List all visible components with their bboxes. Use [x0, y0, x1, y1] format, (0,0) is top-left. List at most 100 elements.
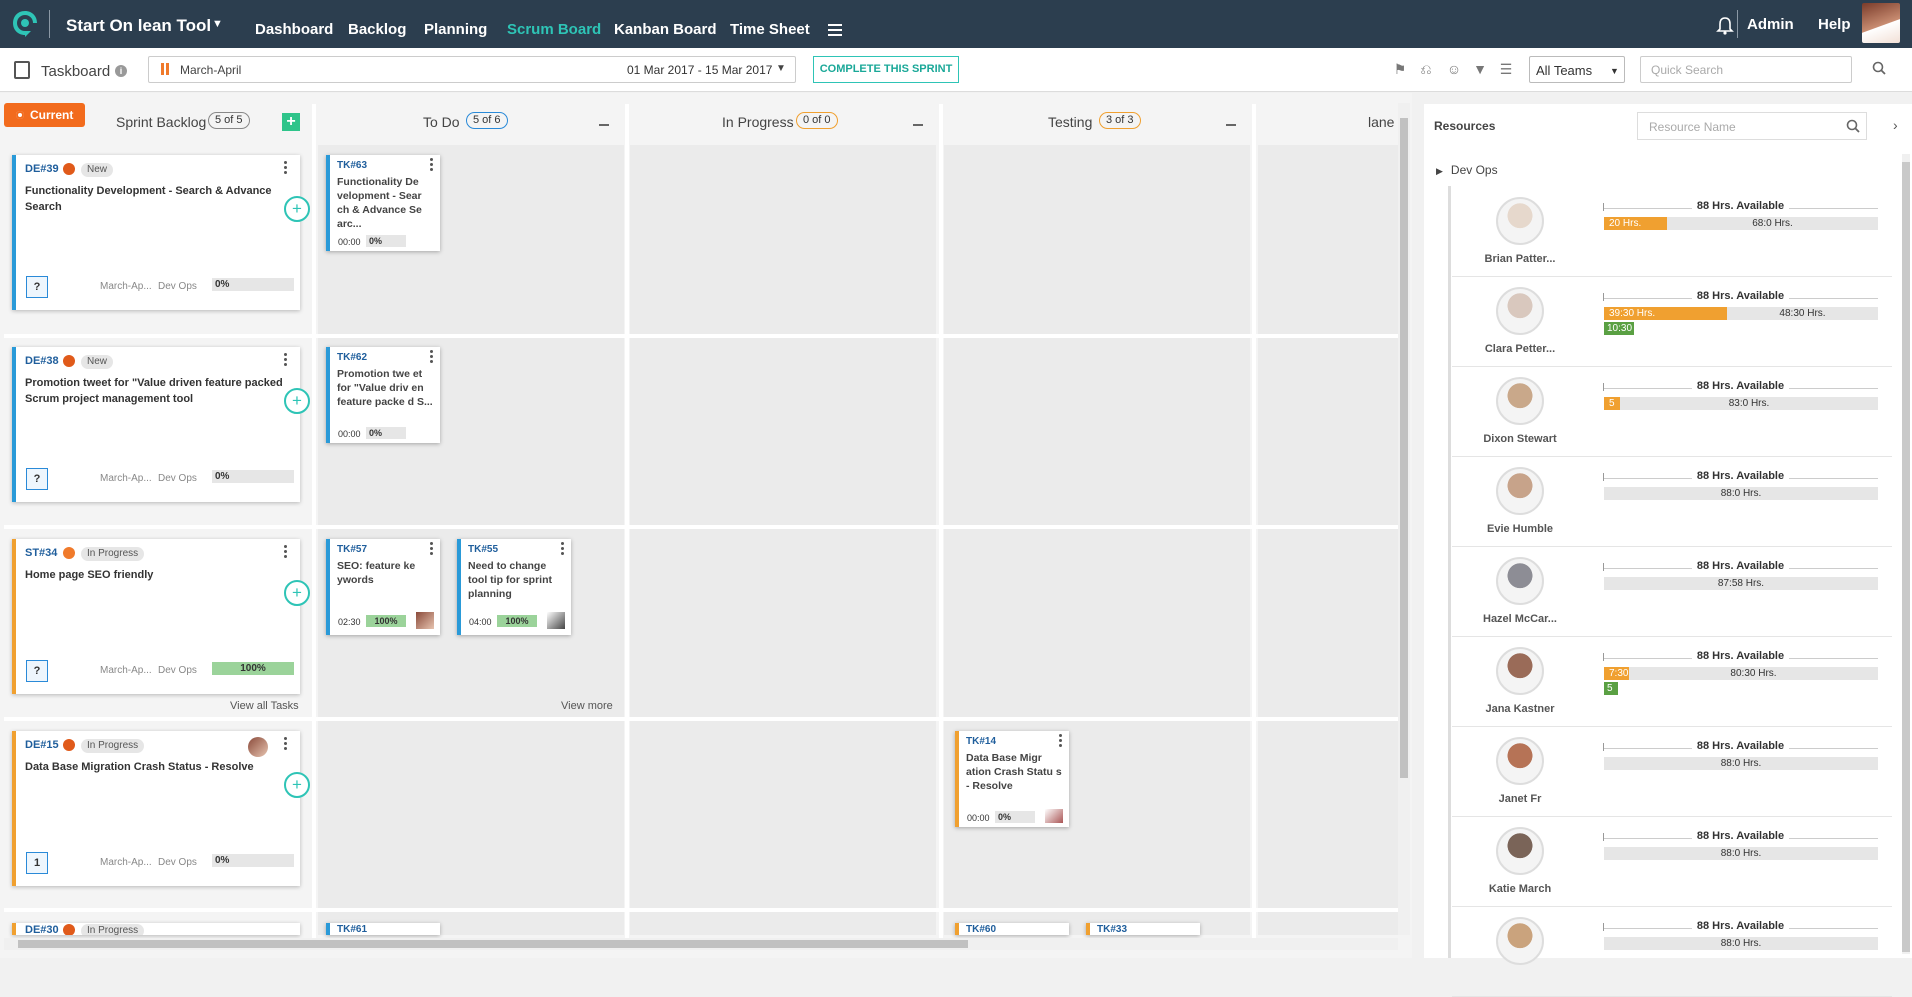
task-id[interactable]: TK#33 [1097, 924, 1127, 935]
story-id[interactable]: ST#34 [25, 547, 57, 559]
task-card[interactable]: TK#63 Functionality De velopment - Sear … [326, 155, 440, 251]
story-id[interactable]: DE#39 [25, 163, 59, 175]
story-id[interactable]: DE#38 [25, 355, 59, 367]
availability-tick [1603, 743, 1604, 751]
more-options-icon[interactable] [430, 542, 433, 557]
quick-search-input[interactable]: Quick Search [1640, 56, 1852, 83]
filter-icon[interactable]: ▼ [1472, 61, 1488, 77]
more-options-icon[interactable] [1059, 734, 1062, 749]
more-options-icon[interactable] [284, 545, 287, 559]
resource-avatar[interactable] [1496, 737, 1544, 785]
story-id[interactable]: DE#30 [25, 924, 59, 935]
view-all-tasks-link[interactable]: View all Tasks [230, 700, 299, 712]
story-points[interactable]: ? [26, 660, 48, 682]
more-options-icon[interactable] [561, 542, 564, 557]
collapse-icon[interactable] [1226, 124, 1236, 126]
resource-avatar[interactable] [1496, 197, 1544, 245]
story-card[interactable]: DE#15 In Progress Data Base Migration Cr… [12, 731, 300, 886]
bell-icon[interactable] [1716, 16, 1734, 36]
task-id[interactable]: TK#55 [468, 544, 498, 555]
story-points[interactable]: 1 [26, 852, 48, 874]
story-card[interactable]: ST#34 In Progress Home page SEO friendly… [12, 539, 300, 694]
task-id[interactable]: TK#60 [966, 924, 996, 935]
collapse-icon[interactable] [599, 124, 609, 126]
task-card[interactable]: TK#61 [326, 923, 440, 935]
task-card[interactable]: TK#57 SEO: feature ke ywords 02:30 100% [326, 539, 440, 635]
add-task-button[interactable]: + [284, 196, 310, 222]
current-sprint-badge[interactable]: Current [4, 103, 85, 127]
story-progress: 0% [212, 470, 294, 483]
user-icon[interactable]: ☺ [1446, 61, 1462, 77]
task-card[interactable]: TK#60 [955, 923, 1069, 935]
chevron-right-icon[interactable]: › [1893, 117, 1898, 133]
add-task-button[interactable]: + [284, 580, 310, 606]
story-id[interactable]: DE#15 [25, 739, 59, 751]
collapse-icon[interactable] [913, 124, 923, 126]
resource-search-input[interactable]: Resource Name [1637, 112, 1867, 140]
task-card[interactable]: TK#14 Data Base Migr ation Crash Statu s… [955, 731, 1069, 827]
story-card[interactable]: DE#39 New Functionality Development - Se… [12, 155, 300, 310]
resources-scroll-thumb[interactable] [1902, 162, 1910, 952]
search-icon[interactable] [1872, 61, 1886, 75]
chevron-down-icon[interactable]: ▼ [212, 18, 223, 30]
task-id[interactable]: TK#61 [337, 924, 367, 935]
assignee-avatar[interactable] [547, 612, 565, 629]
hamburger-menu-icon[interactable] [828, 24, 842, 36]
nav-dashboard[interactable]: Dashboard [255, 21, 333, 38]
app-name[interactable]: Start On lean Tool [66, 16, 211, 36]
list-icon[interactable]: ☰ [1498, 61, 1514, 77]
nav-backlog[interactable]: Backlog [348, 21, 406, 38]
nav-planning[interactable]: Planning [424, 21, 487, 38]
assignee-avatar[interactable] [1045, 809, 1063, 823]
caret-down-icon[interactable]: ▼ [1610, 66, 1619, 76]
more-options-icon[interactable] [284, 161, 287, 175]
resource-avatar[interactable] [1496, 647, 1544, 695]
expand-triangle-icon[interactable]: ▶ [1436, 166, 1443, 176]
assignee-avatar[interactable] [416, 612, 434, 629]
add-task-button[interactable]: + [284, 772, 310, 798]
task-id[interactable]: TK#62 [337, 352, 367, 363]
app-logo-icon[interactable] [12, 10, 38, 38]
lock-user-icon[interactable]: ⎌ [1418, 61, 1434, 77]
story-card[interactable]: DE#38 New Promotion tweet for "Value dri… [12, 347, 300, 502]
resource-group[interactable]: ▶ Dev Ops [1436, 163, 1498, 177]
user-avatar[interactable] [1862, 3, 1900, 43]
more-options-icon[interactable] [284, 737, 287, 751]
column-title-sprint-backlog: Sprint Backlog [116, 114, 207, 130]
nav-time-sheet[interactable]: Time Sheet [730, 21, 810, 38]
availability-tick [1603, 473, 1604, 481]
resource-avatar[interactable] [1496, 377, 1544, 425]
resource-avatar[interactable] [1496, 467, 1544, 515]
more-options-icon[interactable] [284, 353, 287, 367]
caret-down-icon[interactable]: ▼ [776, 63, 786, 74]
view-more-link[interactable]: View more [561, 700, 613, 712]
admin-link[interactable]: Admin [1747, 16, 1794, 33]
task-card[interactable]: TK#33 [1086, 923, 1200, 935]
complete-sprint-button[interactable]: COMPLETE THIS SPRINT [813, 56, 959, 83]
board-hscroll-thumb[interactable] [18, 940, 968, 948]
story-card[interactable]: DE#30 In Progress [12, 923, 300, 935]
assignee-avatar[interactable] [248, 737, 268, 757]
help-link[interactable]: Help [1818, 16, 1851, 33]
nav-scrum-board[interactable]: Scrum Board [507, 21, 601, 38]
add-item-button[interactable]: + [282, 113, 300, 131]
task-id[interactable]: TK#57 [337, 544, 367, 555]
story-points[interactable]: ? [26, 468, 48, 490]
task-card[interactable]: TK#62 Promotion twe et for "Value driv e… [326, 347, 440, 443]
resource-avatar[interactable] [1496, 827, 1544, 875]
resource-avatar[interactable] [1496, 557, 1544, 605]
info-icon[interactable]: i [115, 65, 127, 77]
more-options-icon[interactable] [430, 158, 433, 173]
more-options-icon[interactable] [430, 350, 433, 365]
search-icon[interactable] [1846, 119, 1860, 133]
column-divider [312, 104, 316, 944]
task-id[interactable]: TK#63 [337, 160, 367, 171]
flag-icon[interactable]: ⚑ [1392, 61, 1408, 77]
task-card[interactable]: TK#55 Need to change tool tip for sprint… [457, 539, 571, 635]
add-task-button[interactable]: + [284, 388, 310, 414]
story-points[interactable]: ? [26, 276, 48, 298]
board-scroll-thumb[interactable] [1400, 118, 1408, 778]
task-id[interactable]: TK#14 [966, 736, 996, 747]
nav-kanban-board[interactable]: Kanban Board [614, 21, 717, 38]
resource-avatar[interactable] [1496, 287, 1544, 335]
